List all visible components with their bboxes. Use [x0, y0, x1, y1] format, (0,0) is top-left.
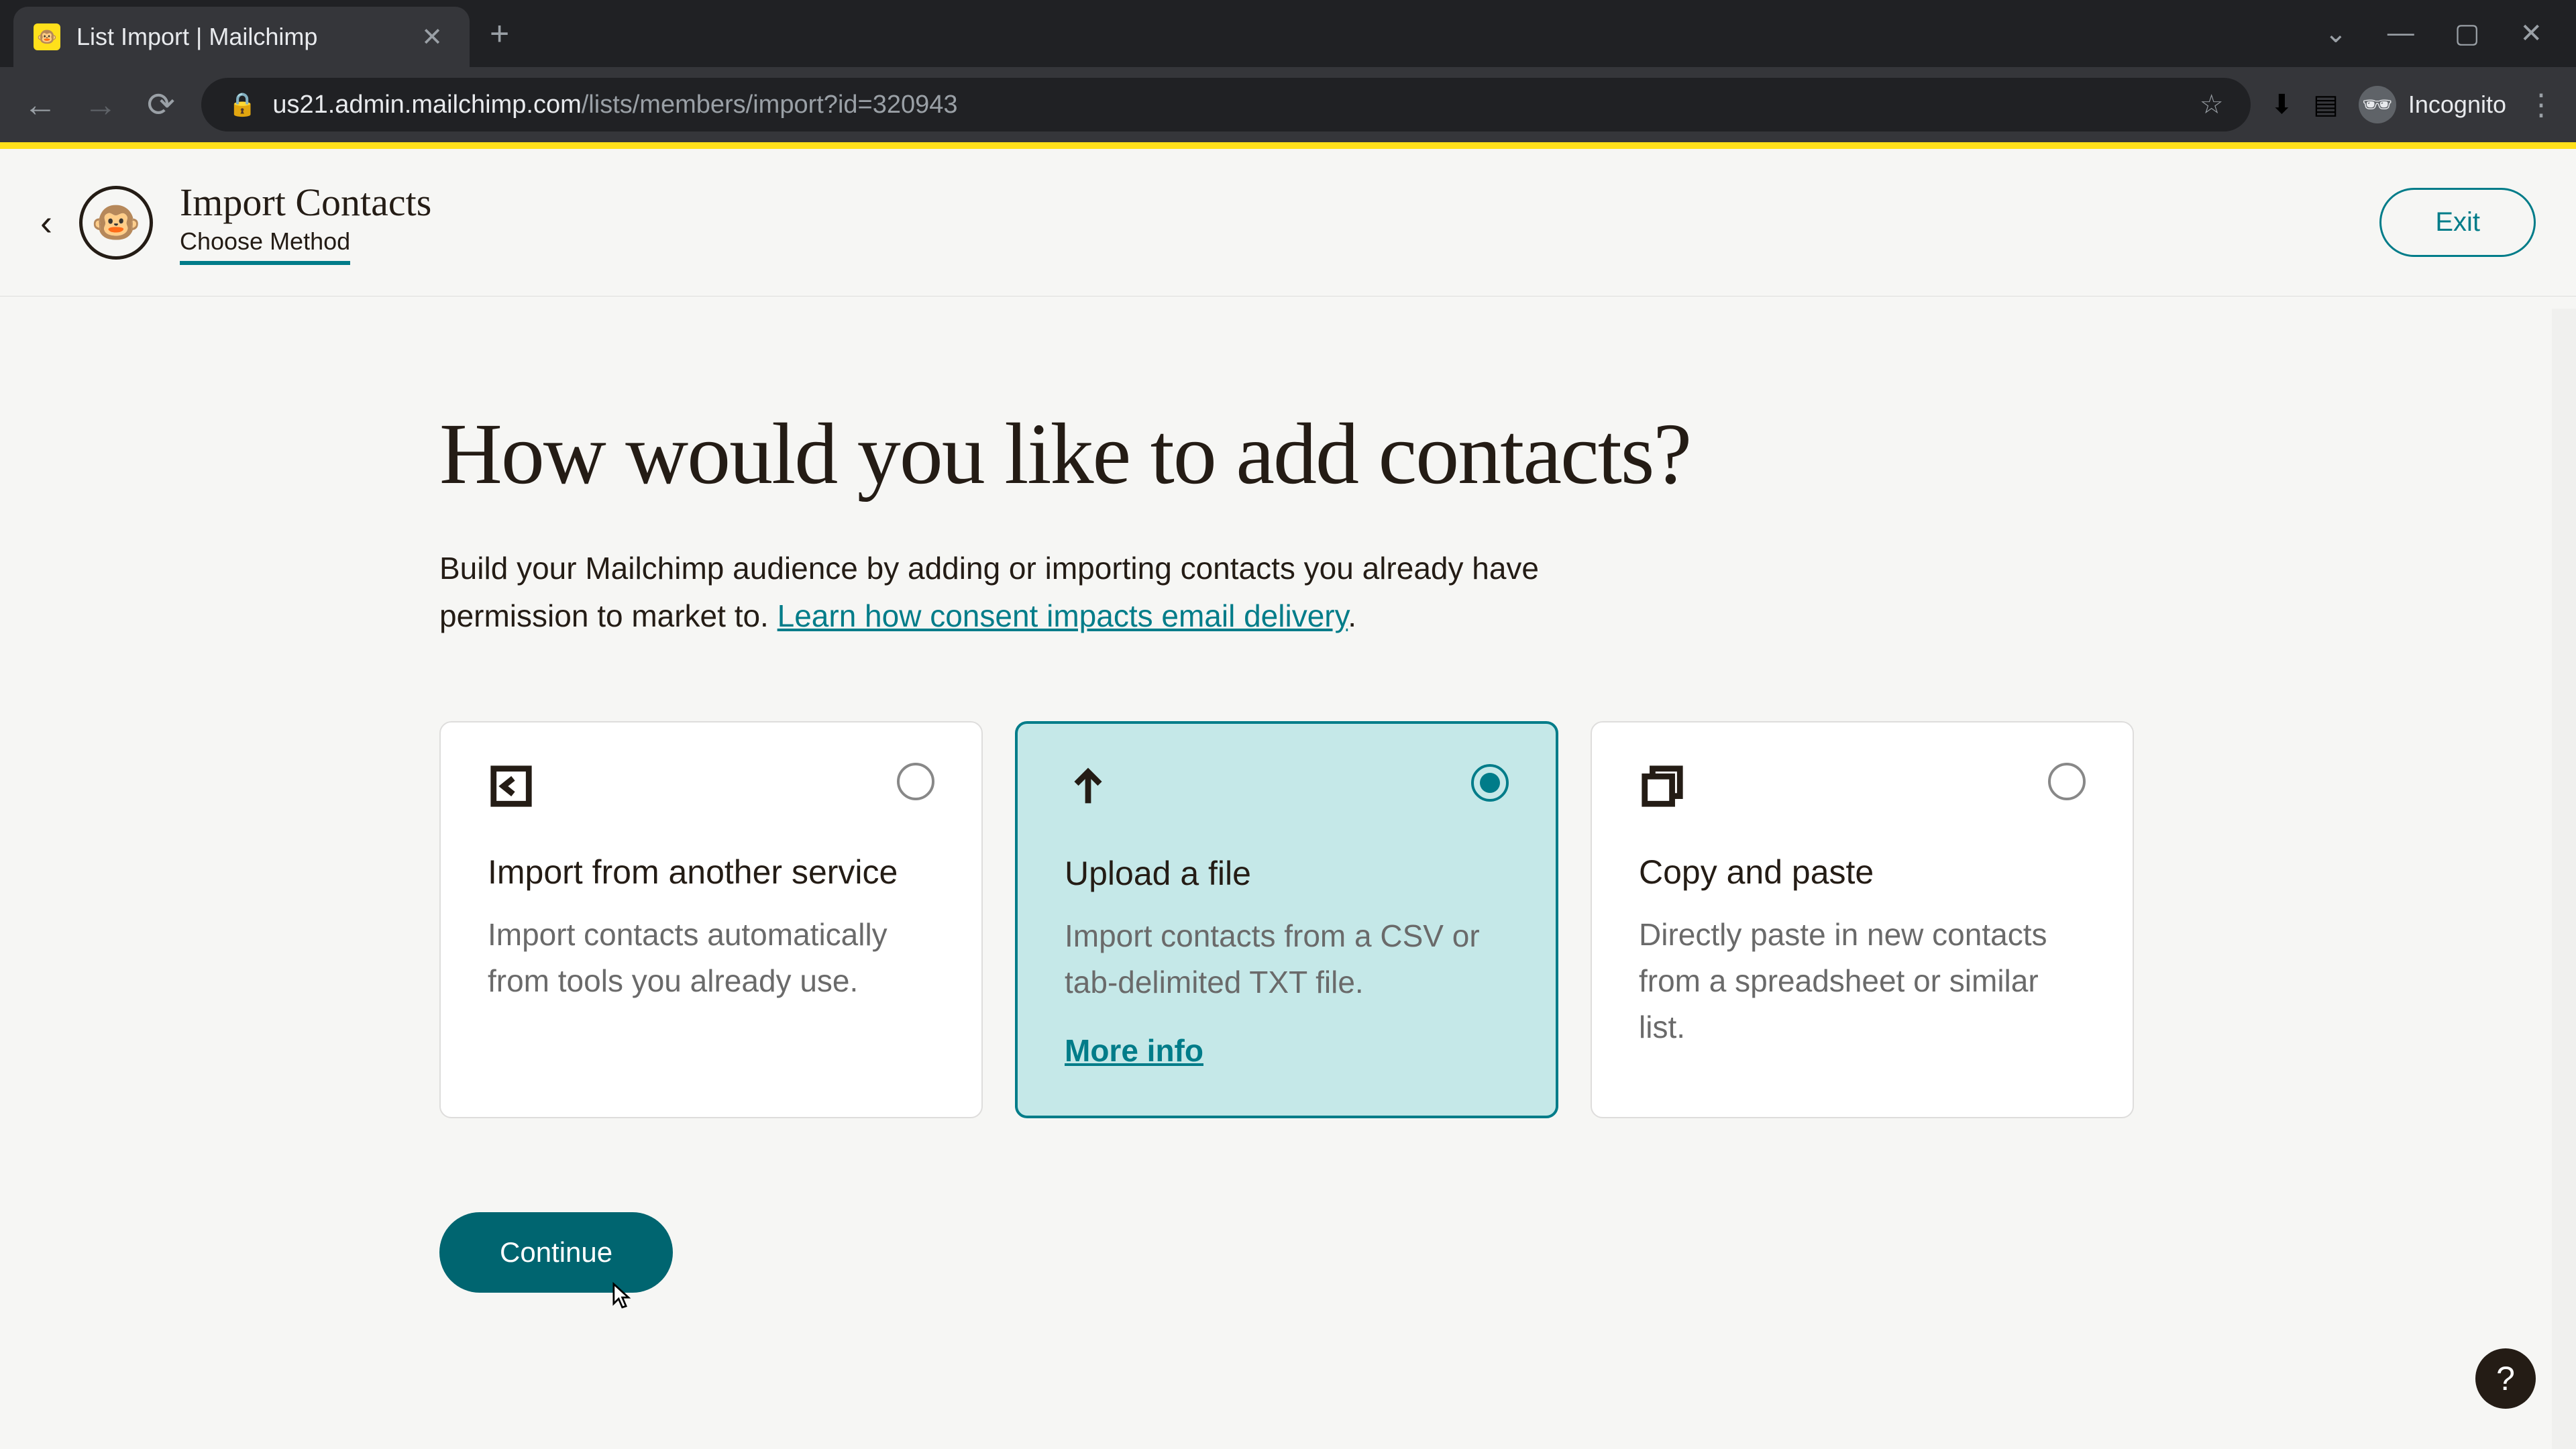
- main-content: How would you like to add contacts? Buil…: [439, 297, 2137, 1293]
- maximize-icon[interactable]: ▢: [2455, 18, 2480, 49]
- incognito-label: Incognito: [2408, 91, 2506, 119]
- minimize-icon[interactable]: —: [2387, 18, 2414, 49]
- main-heading: How would you like to add contacts?: [439, 404, 1690, 504]
- help-button[interactable]: ?: [2475, 1348, 2536, 1409]
- card-desc: Import contacts automatically from tools…: [488, 912, 934, 1004]
- radio-import-service[interactable]: [897, 763, 934, 800]
- upload-icon: [1065, 764, 1112, 820]
- browser-tab[interactable]: 🐵 List Import | Mailchimp ✕: [13, 7, 470, 67]
- nav-forward-button[interactable]: →: [80, 85, 121, 124]
- close-tab-icon[interactable]: ✕: [421, 22, 443, 52]
- card-title: Upload a file: [1065, 854, 1509, 893]
- tab-title: List Import | Mailchimp: [76, 23, 405, 51]
- back-chevron-icon[interactable]: ‹: [40, 202, 52, 244]
- card-desc: Directly paste in new contacts from a sp…: [1639, 912, 2086, 1051]
- main-description: Build your Mailchimp audience by adding …: [439, 545, 1613, 641]
- tab-favicon-icon: 🐵: [34, 23, 60, 50]
- app-header: ‹ 🐵 Import Contacts Choose Method Exit: [0, 149, 2576, 297]
- lock-icon: 🔒: [228, 91, 256, 118]
- mailchimp-logo-icon[interactable]: 🐵: [79, 186, 153, 260]
- address-bar-row: ← → ⟳ 🔒 us21.admin.mailchimp.com/lists/m…: [0, 67, 2576, 142]
- nav-reload-button[interactable]: ⟳: [141, 85, 181, 124]
- reading-list-icon[interactable]: ▤: [2313, 89, 2339, 120]
- radio-copy-paste[interactable]: [2048, 763, 2086, 800]
- page-title: Import Contacts: [180, 180, 431, 225]
- more-info-link[interactable]: More info: [1065, 1032, 1509, 1069]
- continue-button[interactable]: Continue: [439, 1212, 673, 1293]
- card-title: Copy and paste: [1639, 853, 2086, 892]
- new-tab-button[interactable]: +: [490, 14, 509, 53]
- option-cards: Import from another service Import conta…: [439, 721, 2134, 1118]
- star-icon[interactable]: ☆: [2200, 89, 2224, 120]
- copy-paste-icon: [1639, 763, 1686, 819]
- card-title: Import from another service: [488, 853, 934, 892]
- consent-link[interactable]: Learn how consent impacts email delivery: [777, 598, 1348, 633]
- browser-menu-button[interactable]: ⋮: [2526, 88, 2556, 122]
- tab-bar: 🐵 List Import | Mailchimp ✕ + ⌄ — ▢ ✕: [0, 0, 2576, 67]
- chevron-down-icon[interactable]: ⌄: [2324, 18, 2347, 49]
- close-window-icon[interactable]: ✕: [2520, 18, 2542, 49]
- window-controls: ⌄ — ▢ ✕: [2324, 18, 2563, 49]
- accent-bar: [0, 142, 2576, 149]
- address-bar[interactable]: 🔒 us21.admin.mailchimp.com/lists/members…: [201, 78, 2251, 131]
- url-text: us21.admin.mailchimp.com/lists/members/i…: [272, 91, 957, 119]
- exit-button[interactable]: Exit: [2379, 188, 2536, 257]
- download-icon[interactable]: ⬇: [2271, 89, 2294, 120]
- browser-chrome: 🐵 List Import | Mailchimp ✕ + ⌄ — ▢ ✕ ← …: [0, 0, 2576, 142]
- card-copy-paste[interactable]: Copy and paste Directly paste in new con…: [1591, 721, 2134, 1118]
- incognito-icon: 🕶: [2359, 86, 2396, 123]
- import-service-icon: [488, 763, 535, 819]
- card-import-service[interactable]: Import from another service Import conta…: [439, 721, 983, 1118]
- card-upload-file[interactable]: Upload a file Import contacts from a CSV…: [1015, 721, 1558, 1118]
- incognito-badge[interactable]: 🕶 Incognito: [2359, 86, 2506, 123]
- page-subtitle: Choose Method: [180, 227, 350, 265]
- nav-back-button[interactable]: ←: [20, 85, 60, 124]
- scrollbar[interactable]: [2552, 309, 2576, 1449]
- card-desc: Import contacts from a CSV or tab-delimi…: [1065, 913, 1509, 1006]
- radio-upload-file[interactable]: [1471, 764, 1509, 802]
